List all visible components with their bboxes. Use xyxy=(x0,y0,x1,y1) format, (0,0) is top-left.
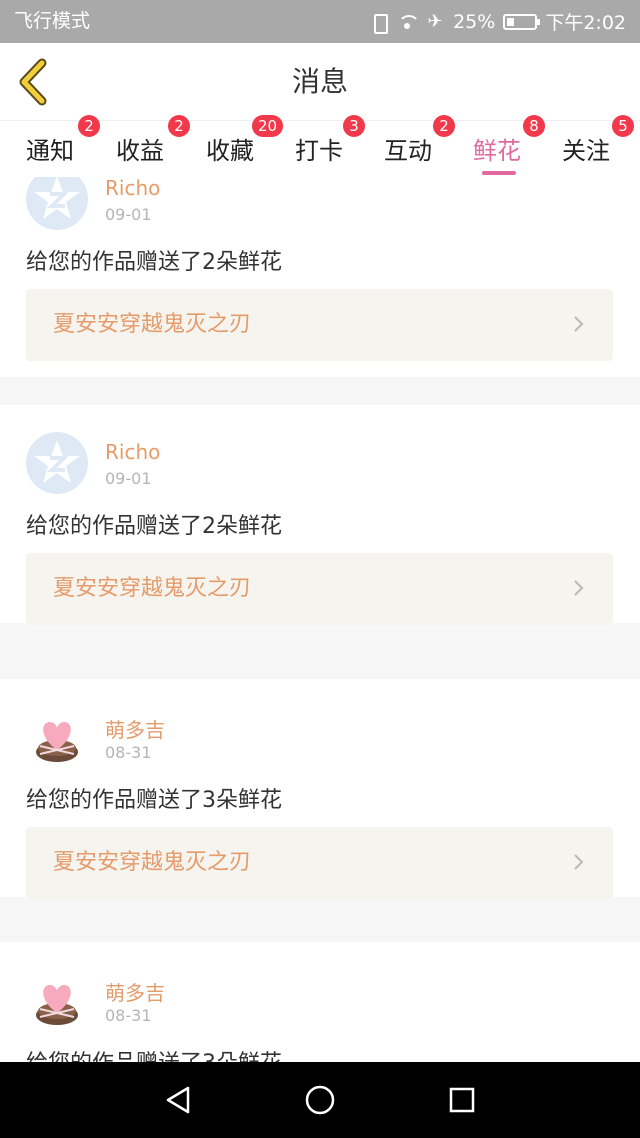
chevron-right-icon xyxy=(574,316,584,332)
user-name[interactable]: Richo xyxy=(105,177,160,200)
unread-badge: 20 xyxy=(252,115,284,137)
chevron-right-icon xyxy=(574,854,584,870)
user-name[interactable]: 萌多吉 xyxy=(105,977,165,1006)
tab-label: 收藏 xyxy=(206,137,254,165)
message-text: 给您的作品赠送了3朵鲜花 xyxy=(26,1045,282,1062)
default-avatar-icon xyxy=(34,177,80,219)
unread-badge: 2 xyxy=(78,115,100,137)
battery-percent: 25% xyxy=(453,10,496,33)
avatar[interactable] xyxy=(26,706,88,768)
avatar[interactable] xyxy=(26,432,88,494)
airplane-icon: ✈ xyxy=(427,10,443,32)
status-bar: 飞行模式 ✈ 25% 下午2:02 xyxy=(0,0,640,43)
message-list[interactable]: Richo 09-01 给您的作品赠送了2朵鲜花 夏安安穿越鬼灭之刃 Richo… xyxy=(0,177,640,1062)
message-text: 给您的作品赠送了2朵鲜花 xyxy=(26,514,282,539)
system-nav-bar xyxy=(0,1062,640,1138)
tab-favorites[interactable]: 收藏 20 xyxy=(206,115,296,177)
tab-label: 收益 xyxy=(116,137,164,165)
tab-checkin[interactable]: 打卡 3 xyxy=(295,115,385,177)
heart-cake-avatar-icon xyxy=(36,722,78,762)
wifi-icon xyxy=(397,12,421,32)
flower-message: Richo 09-01 给您的作品赠送了2朵鲜花 夏安安穿越鬼灭之刃 xyxy=(0,177,640,377)
unread-badge: 8 xyxy=(523,115,545,137)
tab-bar: 通知 2 收益 2 收藏 20 打卡 3 互动 2 鲜花 8 关注 5 xyxy=(0,115,640,177)
message-date: 08-31 xyxy=(105,743,152,762)
heart-cake-avatar-icon xyxy=(36,985,78,1025)
work-title: 夏安安穿越鬼灭之刃 xyxy=(53,850,252,875)
tab-following[interactable]: 关注 5 xyxy=(562,115,640,177)
avatar[interactable] xyxy=(26,177,88,230)
unread-badge: 5 xyxy=(612,115,634,137)
message-text: 给您的作品赠送了2朵鲜花 xyxy=(26,250,282,275)
tab-label: 鲜花 xyxy=(473,137,521,165)
page-title: 消息 xyxy=(291,65,348,98)
tab-interactions[interactable]: 互动 2 xyxy=(384,115,474,177)
status-icons: ✈ 25% 下午2:02 xyxy=(369,0,626,43)
tab-label: 关注 xyxy=(562,137,610,165)
flower-message: 萌多吉 08-31 给您的作品赠送了3朵鲜花 xyxy=(0,942,640,1062)
message-date: 08-31 xyxy=(105,1006,152,1025)
battery-fill xyxy=(507,17,515,26)
unread-badge: 2 xyxy=(168,115,190,137)
recents-square-icon[interactable] xyxy=(444,1082,480,1118)
airplane-mode-label: 飞行模式 xyxy=(14,10,91,32)
battery-icon xyxy=(503,13,541,30)
flower-message: 萌多吉 08-31 给您的作品赠送了3朵鲜花 夏安安穿越鬼灭之刃 xyxy=(0,679,640,899)
tab-flowers[interactable]: 鲜花 8 xyxy=(473,115,563,177)
active-tab-indicator xyxy=(482,171,516,175)
home-circle-icon[interactable] xyxy=(302,1082,338,1118)
message-text: 给您的作品赠送了3朵鲜花 xyxy=(26,788,282,813)
work-title: 夏安安穿越鬼灭之刃 xyxy=(53,576,252,601)
unread-badge: 2 xyxy=(433,115,455,137)
tab-label: 互动 xyxy=(384,137,432,165)
avatar[interactable] xyxy=(26,969,88,1031)
message-date: 09-01 xyxy=(105,469,152,488)
message-date: 09-01 xyxy=(105,205,152,224)
clock: 下午2:02 xyxy=(545,12,626,34)
tab-label: 打卡 xyxy=(295,137,343,165)
tab-label: 通知 xyxy=(26,137,74,165)
work-link[interactable]: 夏安安穿越鬼灭之刃 xyxy=(26,553,613,625)
vibrate-icon xyxy=(369,12,389,34)
flower-message: Richo 09-01 给您的作品赠送了2朵鲜花 夏安安穿越鬼灭之刃 xyxy=(0,405,640,625)
user-name[interactable]: Richo xyxy=(105,440,160,464)
header: 消息 xyxy=(0,43,640,121)
back-triangle-icon[interactable] xyxy=(160,1082,196,1118)
unread-badge: 3 xyxy=(343,115,365,137)
tab-earnings[interactable]: 收益 2 xyxy=(116,115,206,177)
work-link[interactable]: 夏安安穿越鬼灭之刃 xyxy=(26,827,613,899)
work-link[interactable]: 夏安安穿越鬼灭之刃 xyxy=(26,289,613,361)
chevron-right-icon xyxy=(574,580,584,596)
work-title: 夏安安穿越鬼灭之刃 xyxy=(53,312,252,337)
default-avatar-icon xyxy=(34,440,80,483)
user-name[interactable]: 萌多吉 xyxy=(105,714,165,743)
tab-notifications[interactable]: 通知 2 xyxy=(26,115,116,177)
